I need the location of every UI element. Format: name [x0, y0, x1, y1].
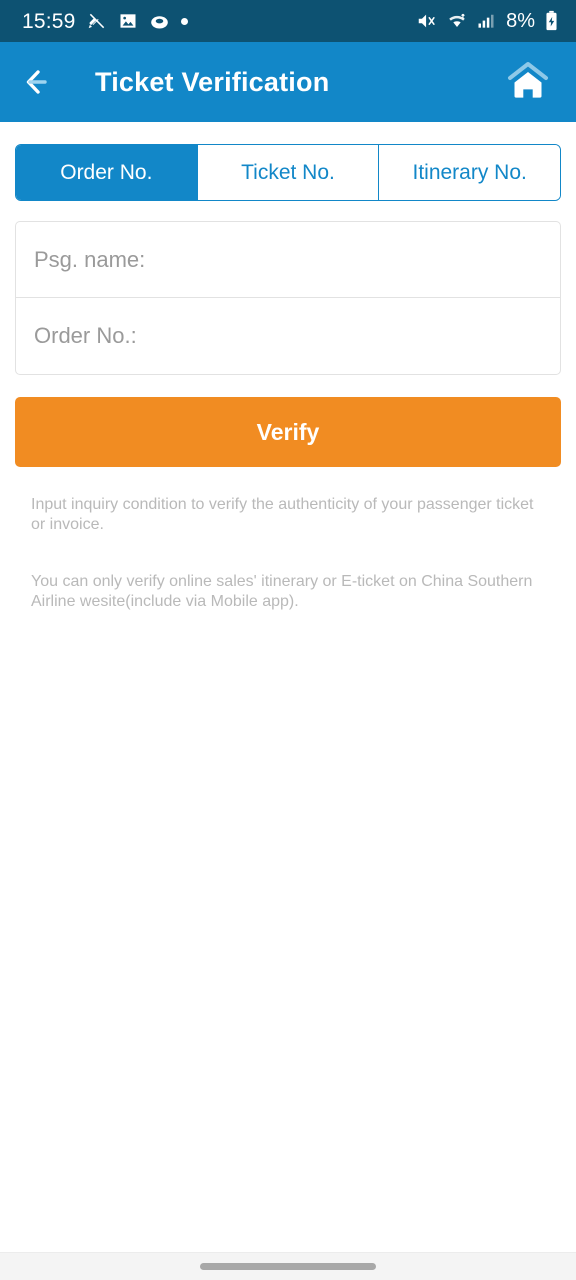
battery-percent-label: 8% — [506, 10, 535, 32]
order-no-row[interactable] — [16, 298, 560, 374]
system-navigation-bar — [0, 1252, 576, 1280]
verify-button[interactable]: Verify — [15, 397, 561, 467]
main-content: Order No. Ticket No. Itinerary No. Verif… — [0, 144, 576, 612]
status-bar-right: 8% — [416, 10, 560, 32]
arrow-left-icon — [26, 70, 47, 94]
silent-mode-icon — [87, 11, 107, 31]
passenger-name-input[interactable] — [34, 246, 542, 273]
cellular-signal-icon — [476, 11, 496, 31]
tab-order-no[interactable]: Order No. — [16, 145, 198, 200]
passenger-name-row[interactable] — [16, 222, 560, 298]
volume-muted-icon — [416, 10, 438, 32]
order-no-input[interactable] — [34, 323, 542, 349]
status-bar: 15:59 8% — [0, 0, 576, 42]
home-icon — [508, 62, 548, 98]
back-button[interactable] — [24, 60, 68, 104]
gesture-pill-handle[interactable] — [200, 1263, 376, 1270]
help-text-block: Input inquiry condition to verify the au… — [15, 495, 561, 612]
disc-icon — [149, 11, 170, 32]
verification-type-tabs: Order No. Ticket No. Itinerary No. — [15, 144, 561, 201]
page-title: Ticket Verification — [95, 66, 330, 97]
photo-icon — [118, 11, 138, 31]
tab-itinerary-no[interactable]: Itinerary No. — [379, 145, 560, 200]
help-paragraph-2: You can only verify online sales' itiner… — [31, 573, 533, 610]
app-bar: Ticket Verification — [0, 42, 576, 122]
status-bar-left: 15:59 — [22, 11, 188, 32]
wifi-icon — [446, 10, 468, 32]
home-button[interactable] — [502, 56, 554, 108]
status-time: 15:59 — [22, 9, 76, 33]
help-paragraph-1: Input inquiry condition to verify the au… — [31, 496, 534, 533]
dot-icon — [180, 17, 188, 25]
verification-form — [15, 221, 561, 375]
tab-ticket-no[interactable]: Ticket No. — [197, 145, 380, 200]
battery-charging-icon — [543, 10, 560, 32]
